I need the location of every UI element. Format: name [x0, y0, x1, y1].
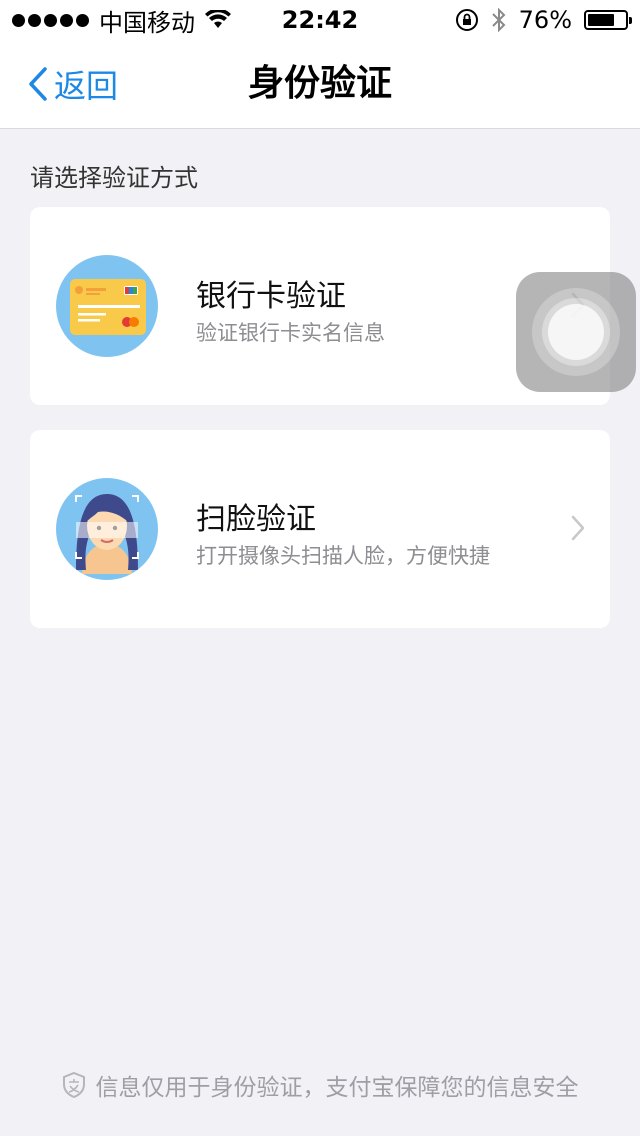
nav-bar: 返回 身份验证 [0, 40, 640, 129]
footer-text: 信息仅用于身份验证，支付宝保障您的信息安全 [95, 1075, 579, 1101]
option-title: 银行卡验证 [196, 279, 346, 314]
battery-percent: 76% [518, 6, 572, 34]
shield-icon [62, 1071, 85, 1099]
face-scan-icon [56, 478, 158, 580]
assistive-touch-button[interactable] [516, 272, 636, 392]
section-label: 请选择验证方式 [30, 164, 198, 192]
bluetooth-icon [491, 7, 506, 33]
battery-icon [584, 10, 632, 30]
rotation-lock-icon [455, 9, 478, 31]
security-footer: 信息仅用于身份验证，支付宝保障您的信息安全 [0, 1068, 640, 1102]
status-right: 76% [455, 6, 632, 34]
face-scan-verification-option[interactable]: 扫脸验证 打开摄像头扫描人脸，方便快捷 [30, 430, 610, 628]
option-title: 扫脸验证 [196, 502, 316, 537]
status-bar: 中国移动 22:42 76% [0, 0, 640, 40]
option-description: 打开摄像头扫描人脸，方便快捷 [196, 544, 490, 568]
option-description: 验证银行卡实名信息 [196, 321, 385, 345]
bank-card-icon [56, 255, 158, 357]
chevron-right-icon [571, 515, 585, 541]
page-title: 身份验证 [247, 63, 392, 104]
